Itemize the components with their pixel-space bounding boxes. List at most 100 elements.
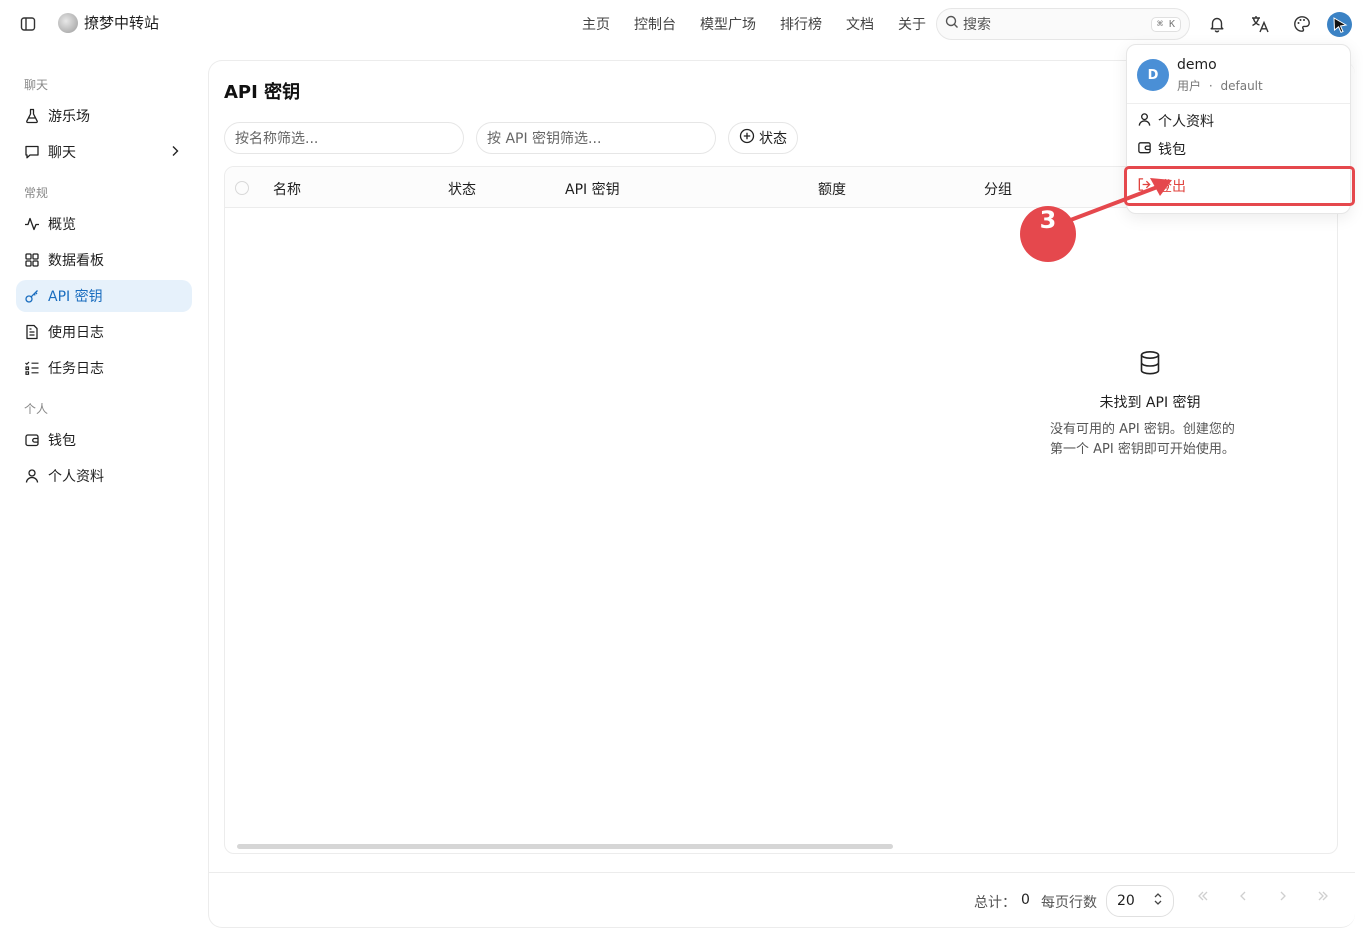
sidebar-item-label: API 密钥 xyxy=(48,289,103,305)
sidebar-item-api-keys[interactable]: API 密钥 xyxy=(16,280,192,312)
column-group[interactable]: 分组 xyxy=(984,179,1012,199)
api-keys-table: 名称 状态 API 密钥 额度 分组 xyxy=(224,166,1338,854)
brand-name: 撩梦中转站 xyxy=(84,14,160,32)
palette-icon[interactable] xyxy=(1290,12,1314,36)
dropdown-group: default xyxy=(1220,79,1263,93)
search-icon xyxy=(945,15,959,33)
user-icon xyxy=(24,468,40,484)
pagination-footer: 总计： 0 每页行数 20 xyxy=(208,872,1355,928)
log-icon xyxy=(24,324,40,340)
dropdown-item-label: 个人资料 xyxy=(1158,114,1214,130)
sidebar-group-general: 常规 xyxy=(24,186,49,200)
column-quota[interactable]: 额度 xyxy=(818,179,846,199)
sidebar-item-profile[interactable]: 个人资料 xyxy=(16,460,192,492)
annotation-step-badge: 3 xyxy=(1020,206,1076,262)
sidebar-item-label: 任务日志 xyxy=(48,361,104,377)
rows-per-page-value: 20 xyxy=(1117,893,1135,909)
page-title: API 密钥 xyxy=(224,82,301,103)
sidebar-item-label: 概览 xyxy=(48,217,76,233)
search-shortcut: ⌘ K xyxy=(1150,16,1181,32)
top-header: 撩梦中转站 主页 控制台 模型广场 排行榜 文档 关于 搜索 ⌘ K xyxy=(0,0,1363,48)
bell-icon[interactable] xyxy=(1205,12,1229,36)
empty-state: 未找到 API 密钥 没有可用的 API 密钥。创建您的 第一个 API 密钥即… xyxy=(1040,350,1260,460)
key-filter-input[interactable]: 按 API 密钥筛选... xyxy=(476,122,716,154)
sidebar-group-personal: 个人 xyxy=(24,402,49,416)
dropdown-item-wallet[interactable]: 钱包 xyxy=(1137,136,1342,162)
nav-console[interactable]: 控制台 xyxy=(622,14,688,34)
sidebar-item-label: 聊天 xyxy=(48,145,76,161)
column-status[interactable]: 状态 xyxy=(448,179,476,199)
status-filter-button[interactable]: 状态 xyxy=(728,122,798,154)
sidebar-item-label: 使用日志 xyxy=(48,325,104,341)
top-nav: 主页 控制台 模型广场 排行榜 文档 关于 xyxy=(570,14,938,34)
column-api-key[interactable]: API 密钥 xyxy=(565,179,620,199)
flask-icon xyxy=(24,108,40,124)
sidebar-item-dashboard[interactable]: 数据看板 xyxy=(16,244,192,276)
plus-circle-icon xyxy=(739,128,755,148)
key-icon xyxy=(24,288,40,304)
total-label: 总计： xyxy=(974,895,1016,911)
brand[interactable]: 撩梦中转站 xyxy=(58,12,159,33)
first-page-icon[interactable] xyxy=(1192,889,1214,911)
annotation-highlight-box xyxy=(1124,166,1355,206)
dropdown-avatar: D xyxy=(1137,59,1169,91)
wallet-icon xyxy=(1137,140,1152,159)
nav-ranking[interactable]: 排行榜 xyxy=(768,14,834,34)
empty-desc-line-1: 没有可用的 API 密钥。创建您的 xyxy=(1050,422,1235,437)
sidebar-item-chat[interactable]: 聊天 xyxy=(16,136,192,168)
wallet-icon xyxy=(24,432,40,448)
search-placeholder: 搜索 xyxy=(963,17,991,33)
user-icon xyxy=(1137,112,1152,131)
sidebar-toggle-icon[interactable] xyxy=(18,14,38,34)
chevron-right-icon xyxy=(168,144,182,162)
rows-per-page-label: 每页行数 xyxy=(1041,895,1097,911)
last-page-icon[interactable] xyxy=(1312,889,1334,911)
sidebar-item-playground[interactable]: 游乐场 xyxy=(16,100,192,132)
prev-page-icon[interactable] xyxy=(1232,889,1254,911)
translate-icon[interactable] xyxy=(1248,12,1272,36)
task-list-icon xyxy=(24,360,40,376)
dashboard-icon xyxy=(24,252,40,268)
activity-icon xyxy=(24,216,40,232)
column-name[interactable]: 名称 xyxy=(273,179,301,199)
dropdown-item-label: 钱包 xyxy=(1158,142,1186,158)
empty-desc-line-2: 第一个 API 密钥即可开始使用。 xyxy=(1050,442,1235,457)
next-page-icon[interactable] xyxy=(1272,889,1294,911)
rows-per-page-select[interactable]: 20 xyxy=(1106,885,1174,917)
chevron-up-down-icon xyxy=(1153,892,1163,910)
name-filter-placeholder: 按名称筛选... xyxy=(235,131,319,147)
status-filter-label: 状态 xyxy=(759,131,787,147)
chat-icon xyxy=(24,144,40,160)
empty-state-description: 没有可用的 API 密钥。创建您的 第一个 API 密钥即可开始使用。 xyxy=(1040,420,1260,460)
sidebar-item-label: 游乐场 xyxy=(48,109,90,125)
nav-home[interactable]: 主页 xyxy=(570,14,622,34)
sidebar-item-task-logs[interactable]: 任务日志 xyxy=(16,352,192,384)
dropdown-meta-separator: · xyxy=(1208,79,1213,93)
dropdown-role: 用户 xyxy=(1177,79,1202,93)
dropdown-user-meta: 用户 · default xyxy=(1177,77,1263,94)
dropdown-divider xyxy=(1127,103,1350,104)
key-filter-placeholder: 按 API 密钥筛选... xyxy=(487,131,602,147)
brand-logo xyxy=(58,12,78,33)
total-value: 0 xyxy=(1021,892,1030,908)
name-filter-input[interactable]: 按名称筛选... xyxy=(224,122,464,154)
sidebar-item-label: 个人资料 xyxy=(48,469,104,485)
cursor-icon xyxy=(1332,16,1347,33)
sidebar-item-label: 数据看板 xyxy=(48,253,104,269)
user-avatar-button[interactable] xyxy=(1327,12,1352,37)
sidebar-group-chat: 聊天 xyxy=(24,78,49,92)
empty-state-title: 未找到 API 密钥 xyxy=(1099,395,1201,411)
sidebar-item-wallet[interactable]: 钱包 xyxy=(16,424,192,456)
sidebar-item-overview[interactable]: 概览 xyxy=(16,208,192,240)
database-icon xyxy=(1040,350,1260,380)
sidebar-item-usage-logs[interactable]: 使用日志 xyxy=(16,316,192,348)
sidebar-item-label: 钱包 xyxy=(48,433,76,449)
select-all-checkbox[interactable] xyxy=(235,181,249,195)
horizontal-scrollbar[interactable] xyxy=(237,844,893,849)
dropdown-item-profile[interactable]: 个人资料 xyxy=(1137,108,1342,134)
sidebar: 聊天 游乐场 聊天 常规 概览 数据看板 API 密钥 使用日志 任务日志 个人… xyxy=(0,60,208,936)
nav-docs[interactable]: 文档 xyxy=(834,14,886,34)
nav-models[interactable]: 模型广场 xyxy=(688,14,768,34)
search-input[interactable]: 搜索 ⌘ K xyxy=(936,8,1190,40)
nav-about[interactable]: 关于 xyxy=(886,14,938,34)
